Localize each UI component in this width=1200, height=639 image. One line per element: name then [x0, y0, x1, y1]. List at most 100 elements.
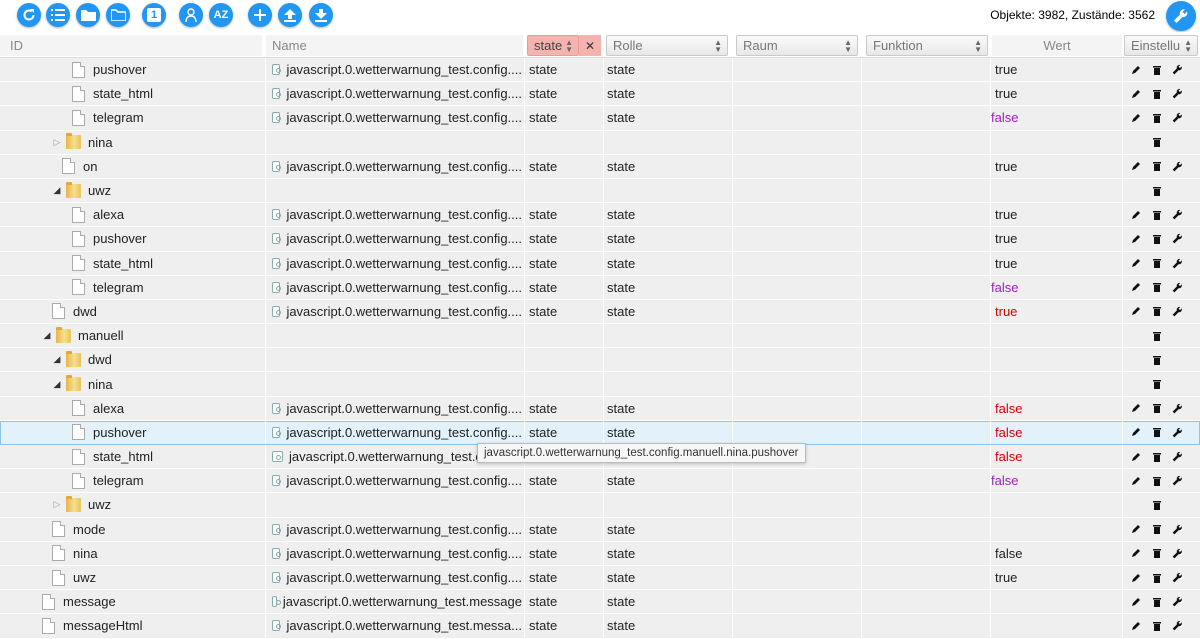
value-cell[interactable]: false [991, 106, 1121, 129]
edit-icon[interactable] [1125, 524, 1146, 534]
edit-icon[interactable] [1125, 573, 1146, 583]
delete-icon[interactable] [1146, 573, 1167, 583]
collapse-toggle-icon[interactable]: ◢ [52, 379, 62, 390]
wrench-icon[interactable] [1167, 233, 1188, 244]
value-cell[interactable] [991, 518, 1121, 541]
tree-node[interactable]: ◢ nina [0, 372, 264, 395]
table-row[interactable]: dwd javascript.0.wetterwarnung_test.conf… [0, 299, 1200, 325]
wrench-icon[interactable] [1167, 524, 1188, 535]
delete-icon[interactable] [1146, 137, 1167, 148]
edit-icon[interactable] [1125, 210, 1146, 220]
tree-node[interactable]: mode [0, 518, 264, 541]
value-cell[interactable]: true [991, 252, 1121, 275]
tree-node[interactable]: ◢ manuell [0, 324, 264, 347]
settings-wrench-icon[interactable] [1166, 1, 1196, 31]
edit-icon[interactable] [1125, 234, 1146, 244]
table-row[interactable]: messageHtml javascript.0.wetterwarnung_t… [0, 614, 1200, 639]
collapse-toggle-icon[interactable]: ◢ [52, 185, 62, 196]
tree-node[interactable]: uwz [0, 566, 264, 589]
tree-node[interactable]: ◢ uwz [0, 179, 264, 202]
header-id[interactable]: ID [0, 35, 262, 56]
value-cell[interactable] [991, 348, 1121, 371]
tree-node[interactable]: state_html [0, 82, 264, 105]
tree-node[interactable]: nina [0, 542, 264, 565]
delete-icon[interactable] [1146, 331, 1167, 341]
table-row[interactable]: nina javascript.0.wetterwarnung_test.con… [0, 541, 1200, 566]
delete-icon[interactable] [1146, 258, 1167, 269]
wrench-icon[interactable] [1167, 282, 1188, 293]
delete-icon[interactable] [1146, 500, 1167, 510]
wrench-icon[interactable] [1167, 451, 1188, 462]
delete-icon[interactable] [1146, 161, 1167, 172]
clear-filter-icon[interactable]: ✕ [579, 35, 601, 56]
wrench-icon[interactable] [1167, 596, 1188, 607]
expand-toggle-icon[interactable]: ▷ [52, 137, 62, 148]
value-cell[interactable]: true [991, 155, 1121, 178]
delete-icon[interactable] [1146, 403, 1167, 414]
delete-icon[interactable] [1146, 282, 1167, 293]
delete-icon[interactable] [1146, 234, 1167, 244]
edit-icon[interactable] [1125, 306, 1146, 316]
tree-node[interactable]: ▷ uwz [0, 493, 264, 516]
tree-node[interactable]: state_html [0, 445, 264, 468]
delete-icon[interactable] [1146, 427, 1167, 438]
value-cell[interactable] [991, 324, 1121, 347]
expert-icon[interactable] [179, 3, 203, 27]
tree-folder-row[interactable]: ◢ nina [0, 372, 1200, 397]
edit-icon[interactable] [1125, 476, 1146, 486]
wrench-icon[interactable] [1167, 161, 1188, 172]
table-row[interactable]: on javascript.0.wetterwarnung_test.confi… [0, 154, 1200, 179]
tree-node[interactable]: telegram [0, 276, 264, 299]
value-cell[interactable] [991, 179, 1121, 202]
filter-room-select[interactable]: Raum ▲ ▼ [736, 35, 858, 56]
tree-node[interactable]: alexa [0, 397, 264, 420]
wrench-icon[interactable] [1167, 403, 1188, 414]
delete-icon[interactable] [1146, 621, 1167, 631]
value-cell[interactable] [991, 493, 1121, 516]
delete-icon[interactable] [1146, 452, 1167, 462]
delete-icon[interactable] [1146, 89, 1167, 99]
edit-icon[interactable] [1125, 113, 1146, 123]
folder-open-icon[interactable] [106, 3, 130, 27]
wrench-icon[interactable] [1167, 306, 1188, 317]
value-cell[interactable]: false [991, 276, 1121, 299]
refresh-icon[interactable] [17, 3, 41, 27]
delete-icon[interactable] [1146, 597, 1167, 607]
delete-icon[interactable] [1146, 186, 1167, 196]
single-icon[interactable]: 1 [142, 3, 166, 27]
tree-folder-row[interactable]: ◢ dwd [0, 348, 1200, 373]
delete-icon[interactable] [1146, 65, 1167, 75]
wrench-icon[interactable] [1167, 64, 1188, 75]
value-cell[interactable]: false [991, 421, 1121, 444]
wrench-icon[interactable] [1167, 112, 1188, 123]
wrench-icon[interactable] [1167, 258, 1188, 269]
table-row[interactable]: pushover javascript.0.wetterwarnung_test… [0, 420, 1200, 445]
table-row[interactable]: state_html javascript.0.wetterwarnung_te… [0, 251, 1200, 276]
value-cell[interactable]: true [991, 58, 1121, 81]
value-cell[interactable]: false [991, 445, 1121, 468]
edit-icon[interactable] [1125, 621, 1146, 631]
edit-icon[interactable] [1125, 597, 1146, 607]
table-row[interactable]: uwz javascript.0.wetterwarnung_test.conf… [0, 565, 1200, 591]
table-row[interactable]: message javascript.0.wetterwarnung_test.… [0, 590, 1200, 615]
value-cell[interactable]: true [991, 566, 1121, 589]
edit-icon[interactable] [1125, 161, 1146, 171]
wrench-icon[interactable] [1167, 548, 1188, 559]
value-cell[interactable] [991, 372, 1121, 395]
wrench-icon[interactable] [1167, 572, 1188, 583]
edit-icon[interactable] [1125, 282, 1146, 292]
value-cell[interactable] [991, 590, 1121, 613]
download-icon[interactable] [309, 3, 333, 27]
edit-icon[interactable] [1125, 452, 1146, 462]
edit-icon[interactable] [1125, 403, 1146, 413]
expand-toggle-icon[interactable]: ▷ [52, 499, 62, 510]
wrench-icon[interactable] [1167, 620, 1188, 631]
tree-node[interactable]: messageHtml [0, 614, 264, 637]
header-settings[interactable]: Einstellu ▲ ▼ [1124, 35, 1198, 56]
tree-node[interactable]: state_html [0, 252, 264, 275]
delete-icon[interactable] [1146, 306, 1167, 317]
table-row[interactable]: state_html javascript.0.wetterwarnung_te… [0, 82, 1200, 107]
value-cell[interactable]: false [991, 542, 1121, 565]
tree-node[interactable]: telegram [0, 469, 264, 492]
collapse-toggle-icon[interactable]: ◢ [42, 330, 52, 341]
